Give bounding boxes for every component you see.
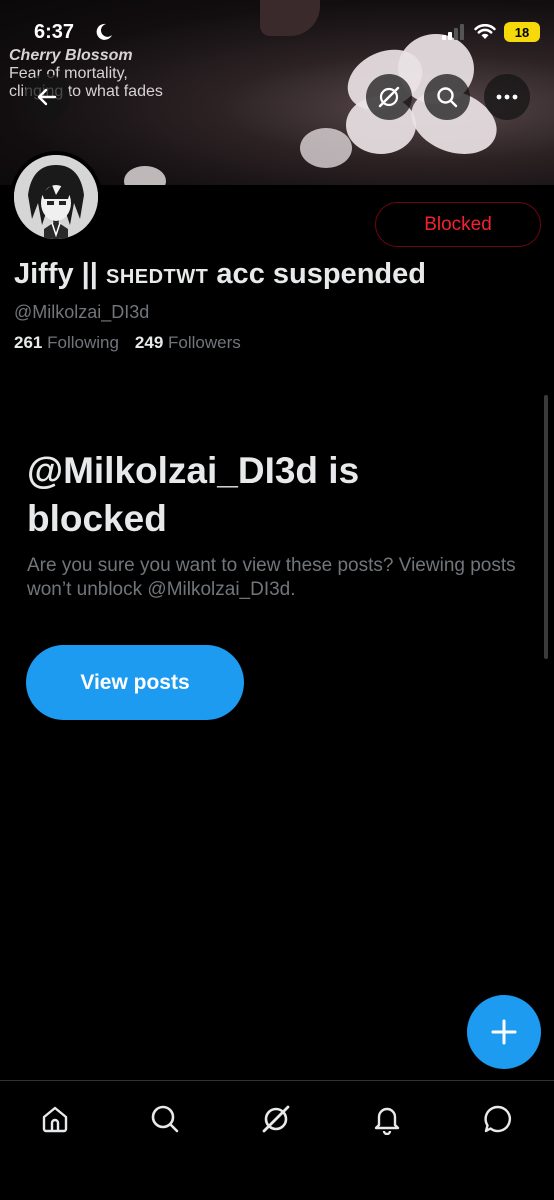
grok-icon	[378, 86, 400, 108]
status-time: 6:37	[34, 21, 75, 43]
bell-icon	[374, 1107, 400, 1135]
tab-search[interactable]	[147, 1101, 183, 1137]
tab-messages[interactable]	[480, 1101, 516, 1137]
home-icon	[42, 1106, 68, 1133]
search-icon	[151, 1105, 179, 1133]
followers-count: 249	[134, 333, 164, 352]
plus-icon	[491, 1019, 517, 1045]
back-button[interactable]	[24, 74, 70, 120]
profile-handle: @Milkolzai_DI3d	[14, 302, 150, 322]
followers-label: Followers	[168, 333, 241, 352]
scrollbar[interactable]	[544, 395, 548, 659]
followers-link[interactable]: 249 Followers	[135, 333, 241, 352]
following-count: 261	[14, 333, 43, 352]
view-posts-label: View posts	[80, 670, 190, 694]
more-icon	[496, 94, 518, 100]
follow-counts: 261 Following 249 Followers	[14, 333, 241, 353]
grok-button[interactable]	[366, 74, 412, 120]
status-indicators: 18	[442, 22, 540, 42]
display-name-caps: SHEDTWT	[105, 266, 209, 288]
chat-bubble-icon	[484, 1105, 511, 1133]
compose-post-button[interactable]	[467, 995, 541, 1069]
search-button[interactable]	[424, 74, 470, 120]
banner-caption-title: Cherry Blossom	[9, 47, 133, 64]
blocked-notice-body: Are you sure you want to view these post…	[27, 555, 516, 600]
more-button[interactable]	[484, 74, 530, 120]
search-icon	[437, 87, 458, 108]
avatar[interactable]	[10, 151, 102, 243]
blocked-notice-title: @Milkolzai_DI3d is blocked	[27, 450, 360, 539]
tab-grok[interactable]	[258, 1101, 294, 1137]
avatar-image	[14, 155, 98, 239]
display-name-tail: acc suspended	[208, 258, 426, 290]
battery-level: 18	[514, 24, 530, 40]
moon-icon	[96, 23, 112, 40]
cellular-signal-icon	[442, 24, 464, 40]
following-link[interactable]: 261 Following	[14, 333, 119, 352]
wifi-icon	[474, 24, 496, 39]
bottom-tab-bar	[0, 1080, 554, 1200]
grok-icon	[262, 1105, 290, 1133]
battery-indicator: 18	[504, 22, 540, 42]
blocked-button[interactable]: Blocked	[375, 202, 541, 247]
tab-notifications[interactable]	[369, 1101, 405, 1137]
arrow-left-icon	[37, 88, 57, 106]
display-name-main: Jiffy ||	[14, 258, 106, 290]
tab-home[interactable]	[37, 1101, 73, 1137]
profile-display-name: Jiffy || SHEDTWT acc suspended	[14, 258, 426, 291]
following-label: Following	[47, 333, 119, 352]
view-posts-button[interactable]: View posts	[26, 645, 244, 720]
